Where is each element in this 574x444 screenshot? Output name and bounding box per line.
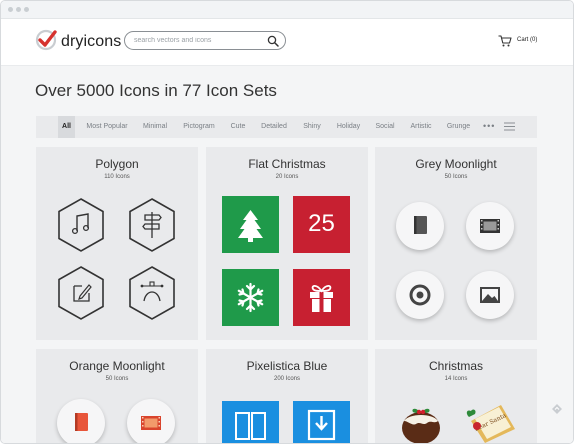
pudding-icon xyxy=(402,408,440,443)
card-title: Grey Moonlight xyxy=(415,157,497,171)
card-title: Orange Moonlight xyxy=(69,359,165,373)
card-count: 200 Icons xyxy=(273,376,301,382)
icon-set-card-polygon[interactable]: Polygon 110 Icons xyxy=(36,147,198,340)
menu-icon[interactable] xyxy=(504,122,515,131)
gift-icon xyxy=(293,269,350,326)
cart-icon xyxy=(498,35,512,47)
christmas-tree-icon xyxy=(222,196,279,253)
filter-pictogram[interactable]: Pictogram xyxy=(180,116,218,138)
filter-grunge[interactable]: Grunge xyxy=(444,116,473,138)
music-note-icon xyxy=(58,198,104,252)
santa-letter-icon: Dear Santa xyxy=(466,405,515,443)
icon-set-card-orange-moonlight[interactable]: Orange Moonlight 50 Icons xyxy=(36,349,198,443)
filter-detailed[interactable]: Detailed xyxy=(257,116,291,138)
calendar-number: 25 xyxy=(308,210,335,237)
filter-most-popular[interactable]: Most Popular xyxy=(83,116,131,138)
window-dot xyxy=(8,7,13,12)
book-icon xyxy=(57,399,105,443)
film-icon xyxy=(127,399,175,443)
open-book-icon xyxy=(222,401,279,443)
download-icon xyxy=(293,401,350,443)
filter-artistic[interactable]: Artistic xyxy=(406,116,436,138)
card-count: 50 Icons xyxy=(444,174,468,180)
logo-icon[interactable] xyxy=(35,29,57,51)
card-title: Christmas xyxy=(428,359,483,373)
card-count: 110 Icons xyxy=(104,174,130,180)
window-chrome xyxy=(1,1,573,19)
film-icon xyxy=(466,202,514,250)
window-dot xyxy=(24,7,29,12)
card-count: 20 Icons xyxy=(275,174,299,180)
icon-set-card-christmas[interactable]: Christmas 14 Icons Dear Santa xyxy=(375,349,537,443)
brand-name[interactable]: dryicons xyxy=(61,33,121,51)
window-dot xyxy=(16,7,21,12)
book-icon xyxy=(396,202,444,250)
browser-window: dryicons Cart (0) Over 5000 Icons in 77 … xyxy=(0,0,574,444)
search-input[interactable] xyxy=(134,34,259,47)
card-title: Pixelistica Blue xyxy=(246,359,328,373)
edit-icon xyxy=(58,266,104,320)
filter-shiny[interactable]: Shiny xyxy=(300,116,324,138)
record-icon xyxy=(396,271,444,319)
card-count: 14 Icons xyxy=(444,376,468,382)
cart-label: Cart (0) xyxy=(517,37,538,43)
card-title: Polygon xyxy=(95,157,139,171)
filter-cute[interactable]: Cute xyxy=(228,116,248,138)
card-count: 50 Icons xyxy=(105,376,129,382)
filter-holiday[interactable]: Holiday xyxy=(333,116,364,138)
site-header: dryicons Cart (0) xyxy=(1,19,573,66)
filter-all[interactable]: All xyxy=(58,116,75,138)
scroll-to-top-icon[interactable] xyxy=(552,404,562,414)
signpost-icon xyxy=(129,198,175,252)
snowflake-icon xyxy=(222,269,279,326)
search-icon[interactable] xyxy=(267,35,279,47)
icon-set-card-grey-moonlight[interactable]: Grey Moonlight 50 Icons xyxy=(375,147,537,340)
search-box xyxy=(124,31,286,50)
filter-bar: All Most Popular Minimal Pictogram Cute … xyxy=(36,116,537,138)
filter-minimal[interactable]: Minimal xyxy=(139,116,171,138)
page-title: Over 5000 Icons in 77 Icon Sets xyxy=(35,81,277,100)
main-content: Over 5000 Icons in 77 Icon Sets All Most… xyxy=(1,66,573,443)
filter-social[interactable]: Social xyxy=(372,116,398,138)
icon-set-card-flat-christmas[interactable]: Flat Christmas 20 Icons 25 xyxy=(206,147,368,340)
more-filters-button[interactable]: ••• xyxy=(483,116,495,136)
image-icon xyxy=(466,271,514,319)
vector-pen-icon xyxy=(129,266,175,320)
icon-set-card-pixelistica-blue[interactable]: Pixelistica Blue 200 Icons xyxy=(206,349,368,443)
calendar-25-icon: 25 xyxy=(293,196,350,253)
card-title: Flat Christmas xyxy=(248,157,326,171)
